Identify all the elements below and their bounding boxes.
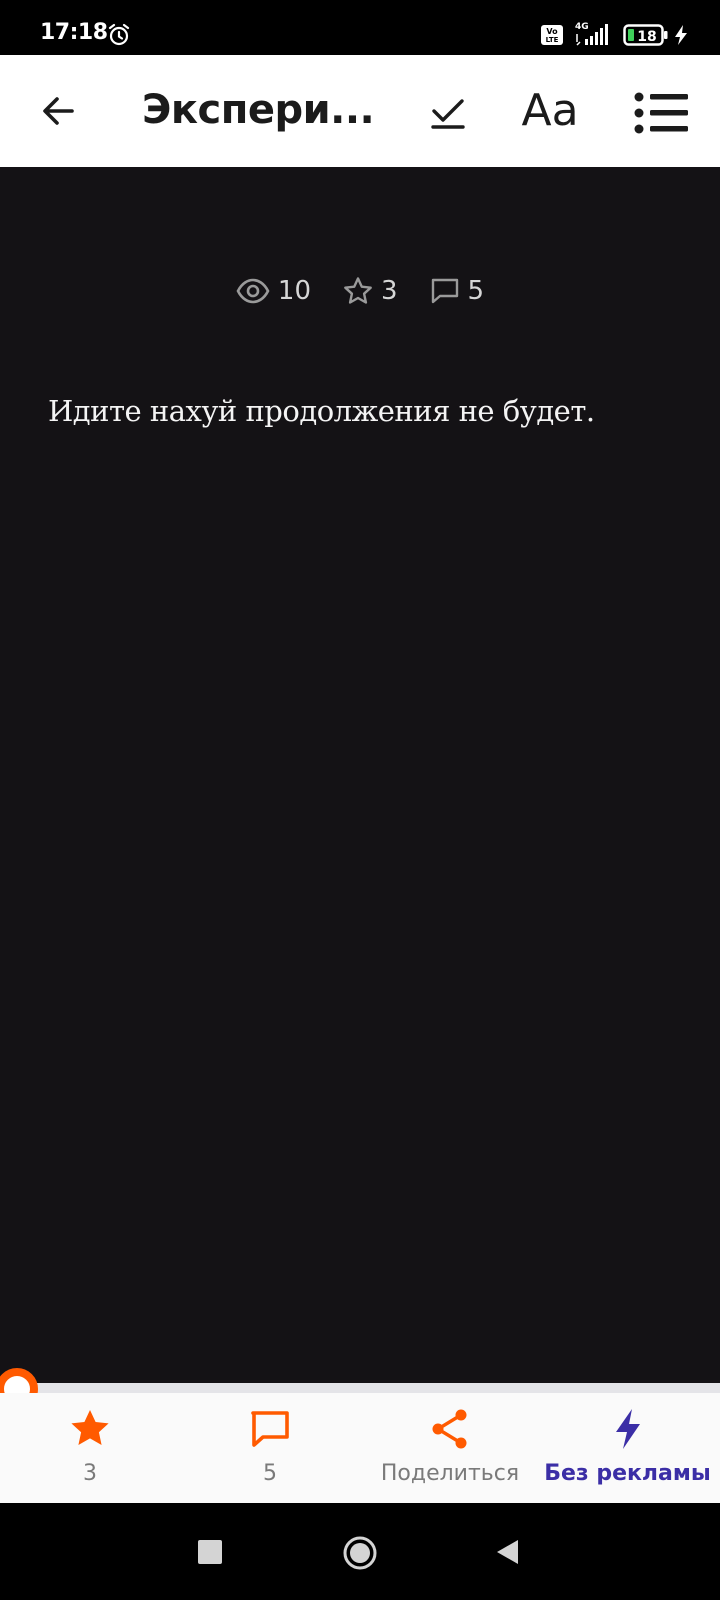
system-back-button[interactable] xyxy=(494,1538,520,1566)
rate-button[interactable]: 3 xyxy=(40,1393,140,1503)
font-settings-button[interactable]: Aa xyxy=(510,79,590,143)
signal-icon: 4G xyxy=(575,22,608,46)
table-of-contents-button[interactable] xyxy=(632,85,692,141)
comments-count: 5 xyxy=(467,276,485,306)
chapter-stats: 10 3 5 xyxy=(0,271,720,311)
comments-stat: 5 xyxy=(430,276,485,306)
share-button[interactable]: Поделиться xyxy=(365,1393,535,1503)
svg-text:LTE: LTE xyxy=(546,36,559,44)
app-bar: Экспери... Aa xyxy=(0,55,720,167)
eye-icon xyxy=(236,278,270,304)
lightning-icon xyxy=(615,1409,640,1449)
back-arrow-icon xyxy=(43,97,74,125)
comment-icon xyxy=(251,1411,289,1447)
no-ads-button[interactable]: Без рекламы xyxy=(535,1393,720,1503)
share-label: Поделиться xyxy=(380,1461,520,1486)
views-stat: 10 xyxy=(236,276,311,306)
star-filled-icon xyxy=(71,1410,109,1445)
network-type-label: 4G xyxy=(575,22,589,32)
views-count: 10 xyxy=(277,276,311,306)
stars-count: 3 xyxy=(381,276,398,306)
svg-text:Vo: Vo xyxy=(546,27,558,36)
rate-count: 3 xyxy=(83,1461,97,1486)
mark-read-button[interactable] xyxy=(420,85,476,141)
battery-level: 18 xyxy=(637,29,656,45)
home-button[interactable] xyxy=(342,1535,378,1571)
charging-icon xyxy=(675,25,687,45)
chapter-text: Идите нахуй продолжения не будет. xyxy=(48,394,595,428)
stars-stat: 3 xyxy=(343,276,398,306)
comments-button-count: 5 xyxy=(263,1461,277,1486)
status-time: 17:18 xyxy=(40,20,108,45)
recents-button[interactable] xyxy=(198,1540,222,1564)
comments-button[interactable]: 5 xyxy=(220,1393,320,1503)
alarm-icon xyxy=(108,23,130,46)
reading-progress-track[interactable] xyxy=(0,1383,720,1393)
chapter-content: 10 3 5 Идите нахуй продолжения не будет. xyxy=(0,167,720,1383)
no-ads-label: Без рекламы xyxy=(544,1461,711,1486)
volte-icon: Vo LTE xyxy=(541,25,563,45)
share-icon xyxy=(432,1409,467,1449)
page-title: Экспери... xyxy=(142,87,374,133)
bottom-action-bar: 3 5 Поделиться Без рекламы xyxy=(0,1393,720,1503)
list-icon xyxy=(634,92,688,134)
status-bar: 17:18 Vo LTE 4G 18 xyxy=(0,0,720,55)
check-icon xyxy=(431,99,465,129)
back-button[interactable] xyxy=(30,83,86,139)
star-outline-icon xyxy=(344,277,372,304)
comment-outline-icon xyxy=(431,278,458,304)
system-nav-bar xyxy=(0,1503,720,1600)
battery-icon: 18 xyxy=(623,24,668,46)
